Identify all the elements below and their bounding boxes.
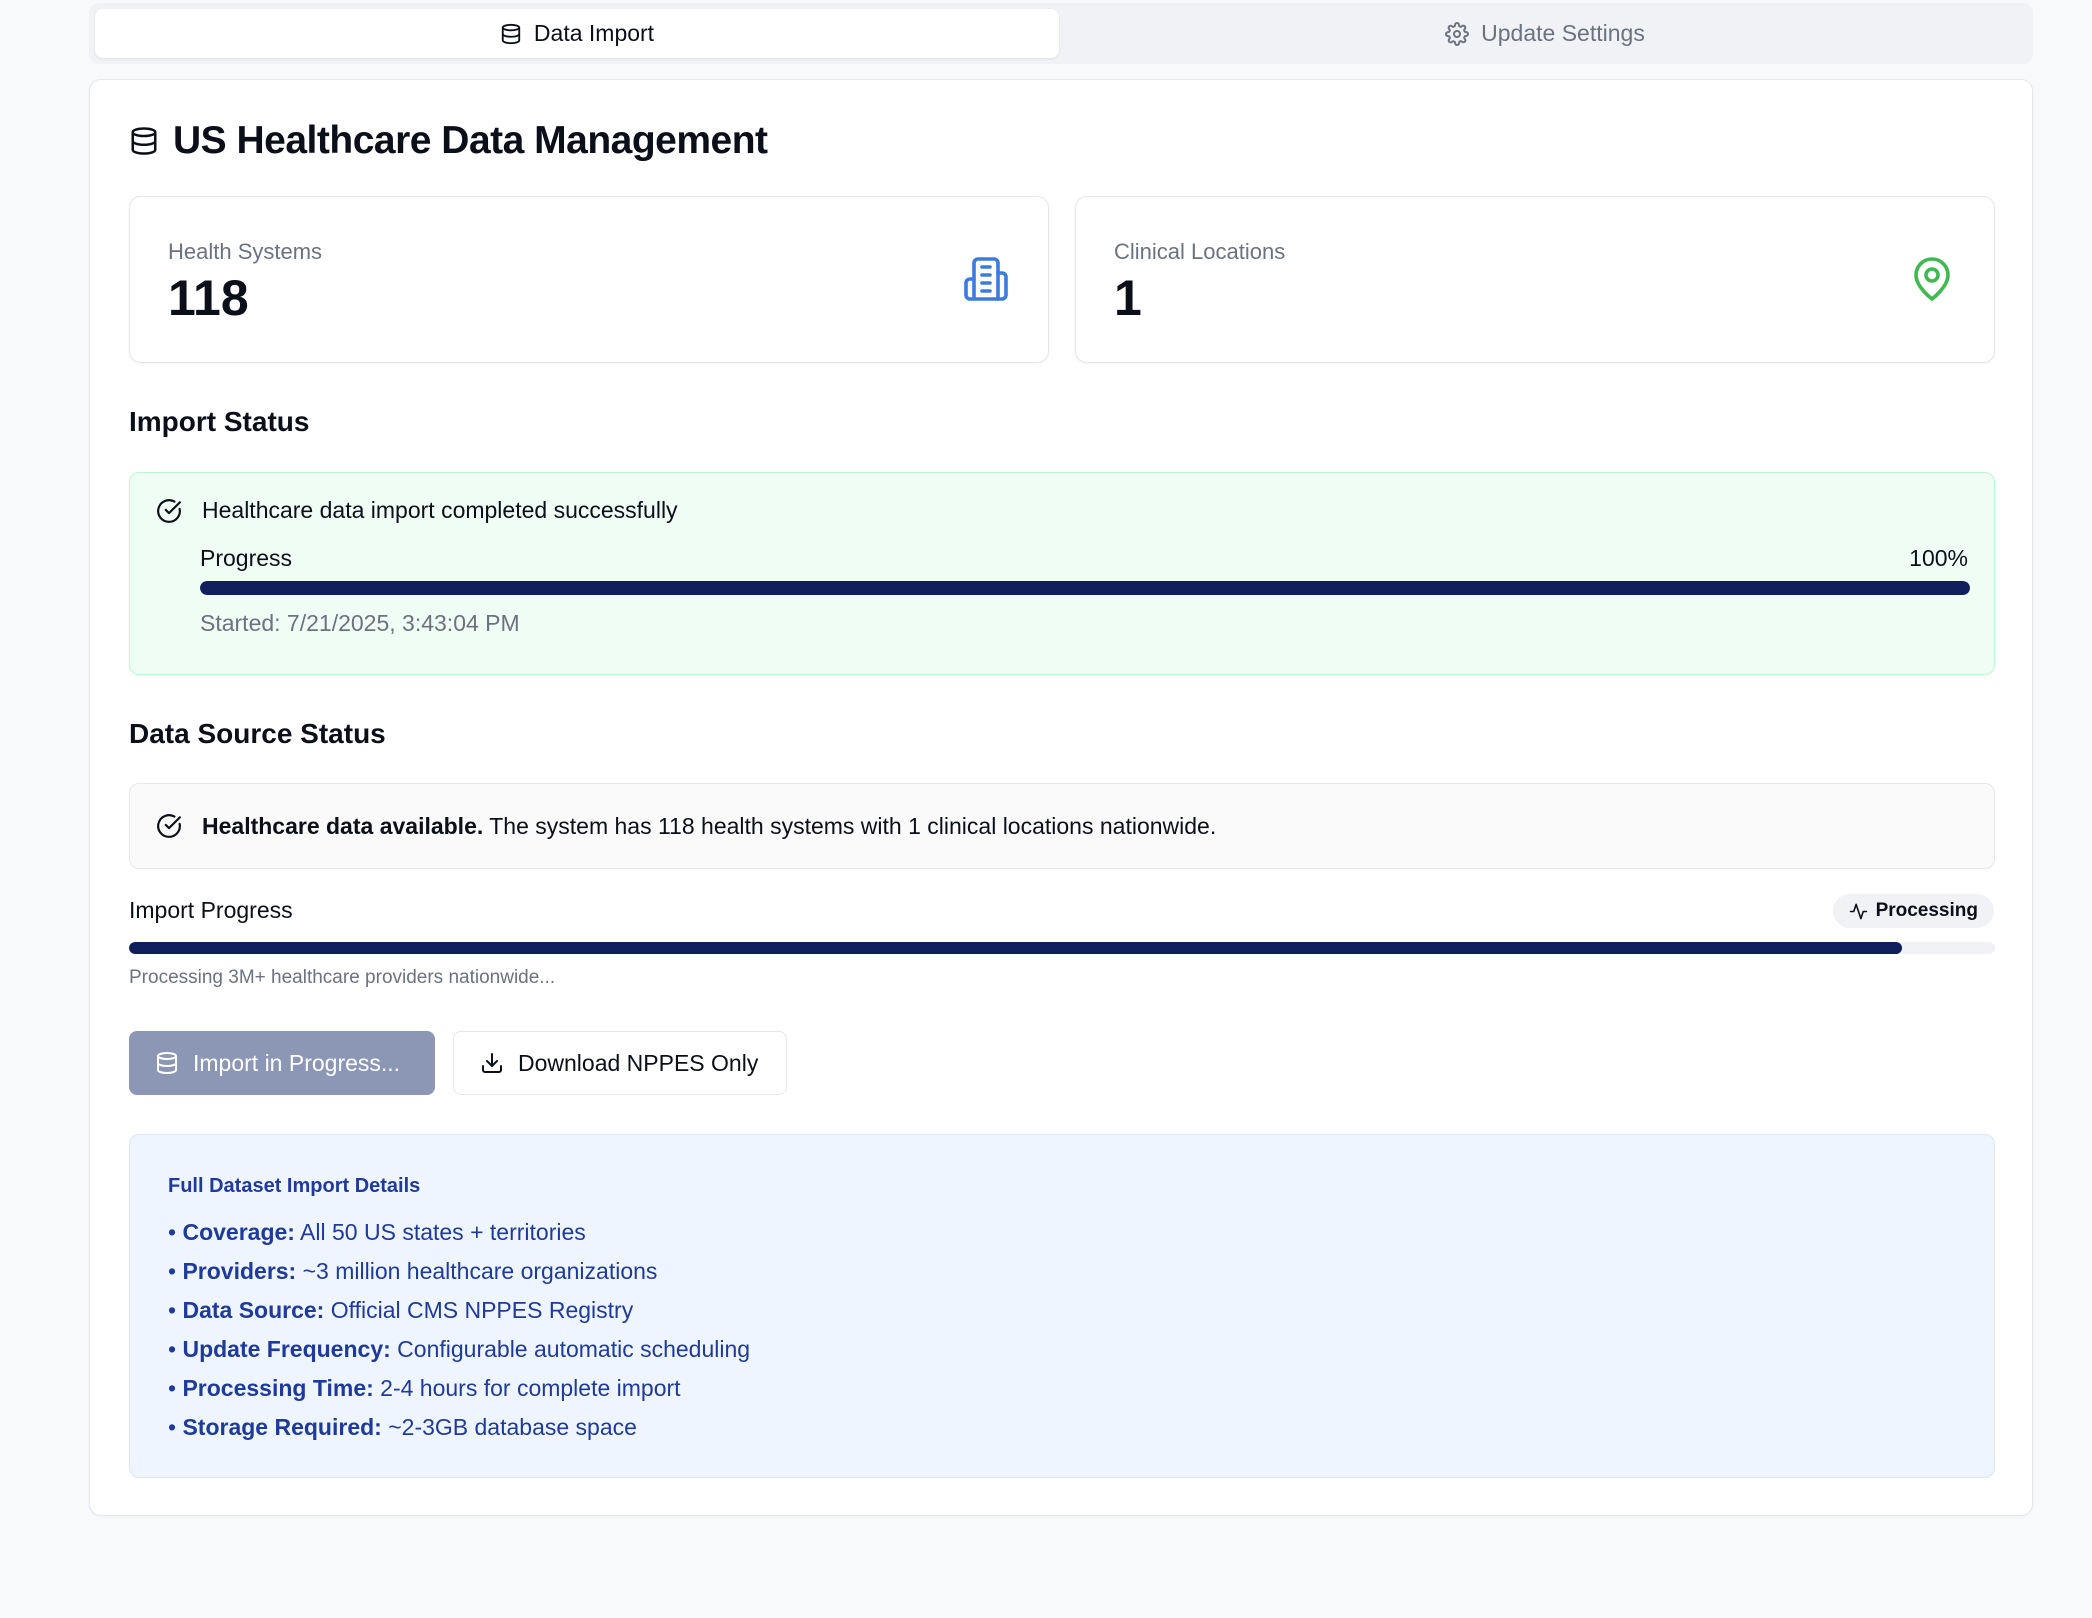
detail-key: Providers: [182,1258,297,1284]
progress-percent: 100% [1909,545,1968,571]
list-item: • Data Source: Official CMS NPPES Regist… [168,1297,634,1323]
page-title-text: US Healthcare Data Management [173,119,768,162]
import-progress-subtext: Processing 3M+ healthcare providers nati… [129,967,556,988]
building-icon [962,255,1010,303]
details-title: Full Dataset Import Details [168,1175,421,1197]
stat-value: 118 [168,270,249,326]
progress-fill [129,942,1902,954]
import-status-alert: Healthcare data import completed success… [129,472,1995,675]
detail-value: Configurable automatic scheduling [390,1336,751,1362]
stat-label: Clinical Locations [1114,239,1286,264]
list-item: • Processing Time: 2-4 hours for complet… [168,1375,681,1401]
map-pin-icon [1908,255,1956,303]
download-button-label: Download NPPES Only [518,1049,759,1076]
import-button-label: Import in Progress... [193,1049,401,1076]
stat-label: Health Systems [168,239,323,264]
tab-bar: Data Import Update Settings [89,3,2033,64]
gear-icon [1445,21,1470,46]
detail-value: All 50 US states + territories [294,1219,586,1245]
import-status-heading: Import Status [129,406,310,437]
detail-key: Update Frequency: [182,1336,391,1362]
database-icon [500,22,522,46]
detail-value: Official CMS NPPES Registry [324,1297,634,1323]
detail-key: Coverage: [182,1219,295,1245]
download-icon [480,1051,504,1075]
detail-key: Storage Required: [182,1414,382,1440]
data-source-message: Healthcare data available. The system ha… [202,813,1216,840]
progress-label: Progress [200,545,293,571]
progress-fill [200,581,1970,595]
detail-value: ~3 million healthcare organizations [296,1258,658,1284]
import-status-message-row: Healthcare data import completed success… [156,497,678,524]
list-item: • Coverage: All 50 US states + territori… [168,1219,586,1245]
list-item: • Update Frequency: Configurable automat… [168,1336,751,1362]
data-source-heading: Data Source Status [129,718,386,749]
import-status-progress-bar [200,581,1970,595]
stat-value: 1 [1114,270,1142,326]
database-icon [129,125,159,157]
import-progress-label: Import Progress [129,897,293,923]
import-button[interactable]: Import in Progress... [129,1031,435,1095]
data-source-alert: Healthcare data available. The system ha… [129,783,1995,869]
download-nppes-button[interactable]: Download NPPES Only [453,1031,787,1095]
import-progress-bar [129,942,1995,954]
list-item: • Storage Required: ~2-3GB database spac… [168,1414,637,1440]
list-item: • Providers: ~3 million healthcare organ… [168,1258,658,1284]
tab-label: Update Settings [1481,20,1645,46]
detail-value: ~2-3GB database space [381,1414,637,1440]
check-circle-icon [156,498,182,524]
details-list: • Coverage: All 50 US states + territori… [168,1213,750,1447]
tab-update-settings[interactable]: Update Settings [1063,9,2027,58]
activity-icon [1849,902,1868,921]
tab-data-import[interactable]: Data Import [95,9,1059,58]
page-title: US Healthcare Data Management [129,116,768,166]
check-circle-icon [156,813,182,839]
main-card: US Healthcare Data Management Health Sys… [89,79,2033,1516]
stat-card-health-systems: Health Systems 118 [129,196,1049,363]
detail-value: 2-4 hours for complete import [373,1375,681,1401]
import-details-panel: Full Dataset Import Details • Coverage: … [129,1134,1995,1478]
data-source-text: The system has 118 health systems with 1… [483,812,1217,839]
detail-key: Data Source: [182,1297,325,1323]
tab-label: Data Import [533,20,655,46]
import-status-message: Healthcare data import completed success… [202,497,678,523]
stat-card-clinical-locations: Clinical Locations 1 [1075,196,1995,363]
detail-key: Processing Time: [182,1375,374,1401]
database-icon [155,1051,179,1075]
data-source-bold: Healthcare data available. [202,812,484,839]
started-timestamp: Started: 7/21/2025, 3:43:04 PM [200,610,520,636]
badge-label: Processing [1875,900,1978,921]
processing-badge: Processing [1832,894,1994,928]
